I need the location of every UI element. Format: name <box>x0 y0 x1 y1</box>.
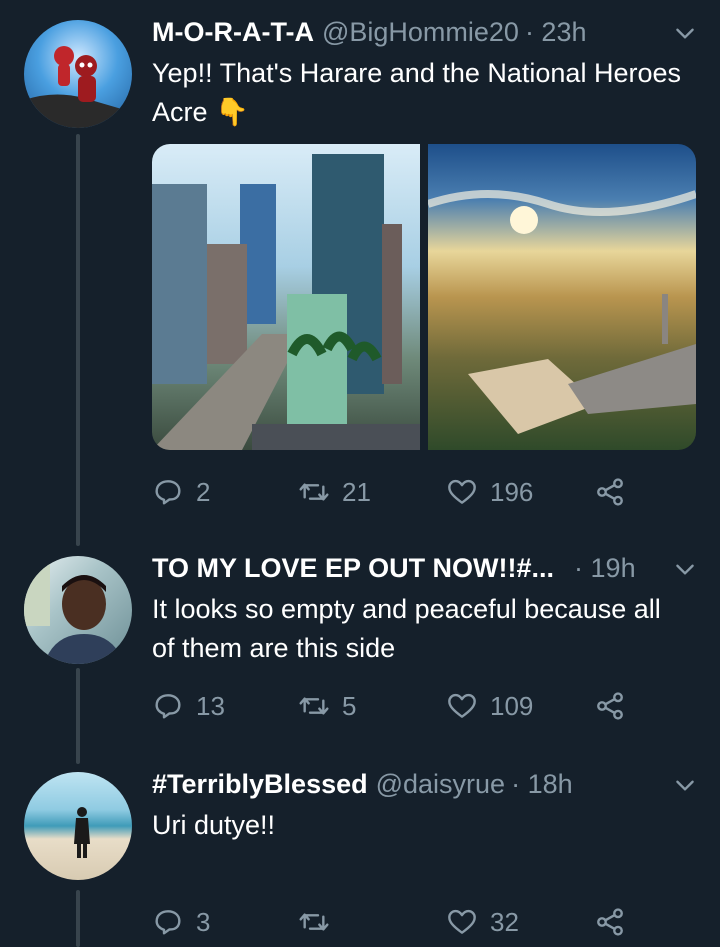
tweet-actions: 2 21 196 <box>152 472 652 512</box>
tweet-text: Yep!! That's Harare and the National Her… <box>152 58 681 127</box>
heart-icon <box>448 909 476 934</box>
retweet-button[interactable]: 5 <box>298 686 356 726</box>
tweet[interactable]: M-O-R-A-T-A @BigHommie20 · 23h Yep!! Tha… <box>0 12 720 512</box>
reply-icon <box>155 480 181 505</box>
like-button[interactable]: 109 <box>446 686 533 726</box>
tweet-text: Uri dutye!! <box>152 810 276 840</box>
beach-person-avatar-icon <box>74 807 90 858</box>
retweet-count: 5 <box>342 690 357 721</box>
tweet-header: #TerriblyBlessed @daisyrue · 18h <box>152 764 696 804</box>
display-name[interactable]: M-O-R-A-T-A <box>152 17 314 48</box>
reply-icon <box>155 910 181 935</box>
media-grid <box>152 144 696 450</box>
harare-city-photo[interactable] <box>152 144 420 450</box>
tweet-header: M-O-R-A-T-A @BigHommie20 · 23h <box>152 12 696 52</box>
share-icon <box>597 908 623 936</box>
share-icon <box>597 478 623 506</box>
tweet-header: TO MY LOVE EP OUT NOW!!#... · 19h <box>152 548 696 588</box>
avatar[interactable] <box>24 20 132 128</box>
chevron-down-icon[interactable] <box>672 20 698 46</box>
user-handle[interactable]: @BigHommie20 <box>322 17 519 48</box>
retweet-icon <box>299 697 329 715</box>
reply-button[interactable]: 3 <box>152 902 210 942</box>
retweet-icon <box>299 483 329 501</box>
reply-button[interactable]: 2 <box>152 472 210 512</box>
retweet-button[interactable]: 21 <box>298 472 371 512</box>
tweet-actions: 13 5 109 <box>152 686 652 726</box>
avatar[interactable] <box>24 556 132 664</box>
like-count: 109 <box>490 690 534 721</box>
tweet[interactable]: TO MY LOVE EP OUT NOW!!#... · 19h It loo… <box>0 548 720 738</box>
timestamp[interactable]: · 18h <box>511 769 573 800</box>
reply-button[interactable]: 13 <box>152 686 225 726</box>
national-heroes-acre-photo[interactable] <box>428 144 696 450</box>
share-button[interactable] <box>594 686 626 726</box>
like-button[interactable]: 196 <box>446 472 533 512</box>
user-handle[interactable]: @daisyrue <box>376 769 505 800</box>
retweet-count: 21 <box>342 476 371 507</box>
chevron-down-icon[interactable] <box>672 772 698 798</box>
share-button[interactable] <box>594 902 626 942</box>
reply-count: 2 <box>196 476 211 507</box>
share-button[interactable] <box>594 472 626 512</box>
like-button[interactable]: 32 <box>446 902 519 942</box>
heart-icon <box>448 479 476 504</box>
reply-count: 3 <box>196 906 211 937</box>
tweet-actions: 3 32 <box>152 902 652 942</box>
retweet-button[interactable] <box>298 902 342 942</box>
display-name[interactable]: TO MY LOVE EP OUT NOW!!#... <box>152 553 554 584</box>
like-count: 32 <box>490 906 519 937</box>
timestamp[interactable]: · 23h <box>525 17 587 48</box>
monument-landscape-icon <box>428 190 696 434</box>
man-portrait-avatar-icon <box>24 556 124 664</box>
avatar[interactable] <box>24 772 132 880</box>
tweet-text: It looks so empty and peaceful because a… <box>152 594 661 663</box>
city-skyline-icon <box>152 154 420 450</box>
reply-count: 13 <box>196 690 225 721</box>
timestamp[interactable]: · 19h <box>574 553 636 584</box>
display-name[interactable]: #TerriblyBlessed <box>152 769 368 800</box>
chevron-down-icon[interactable] <box>672 556 698 582</box>
share-icon <box>597 692 623 720</box>
deadpool-spiderman-avatar-icon <box>24 46 132 128</box>
tweet[interactable]: #TerriblyBlessed @daisyrue · 18h Uri dut… <box>0 764 720 947</box>
reply-icon <box>155 694 181 719</box>
like-count: 196 <box>490 476 534 507</box>
retweet-icon <box>299 913 329 931</box>
heart-icon <box>448 693 476 718</box>
